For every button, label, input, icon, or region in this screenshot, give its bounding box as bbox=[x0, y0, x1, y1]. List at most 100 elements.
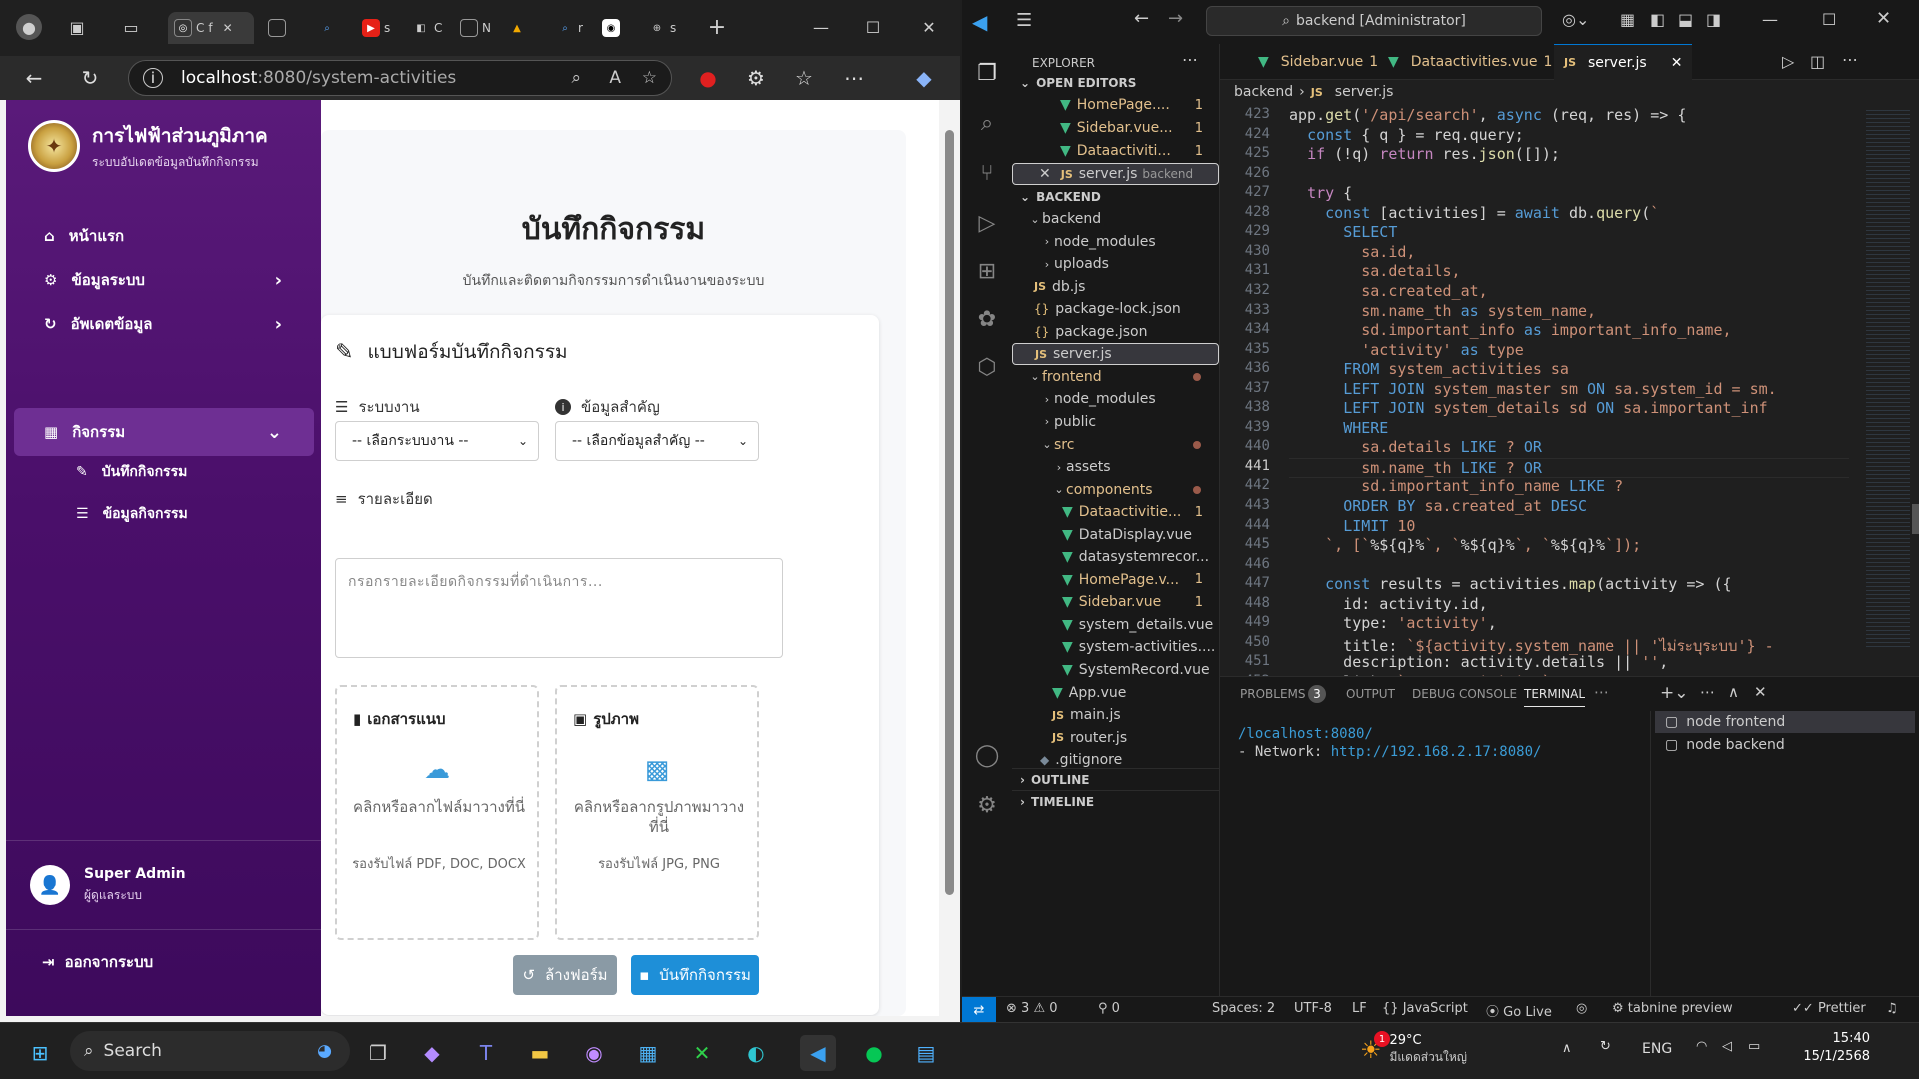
close-window-icon[interactable]: ✕ bbox=[916, 14, 942, 40]
open-editor-item[interactable]: ▼ Dataactiviti... 1 bbox=[1012, 140, 1219, 162]
menu-update-data[interactable]: ↻ อัพเดตข้อมูล › bbox=[14, 300, 314, 348]
more-actions-icon[interactable]: ⋯ bbox=[1182, 50, 1198, 69]
explorer-icon[interactable]: ❐ bbox=[972, 58, 1002, 88]
go-live-status[interactable]: ⦿ Go Live bbox=[1486, 1001, 1552, 1020]
more-actions-icon[interactable]: ⋯ bbox=[1842, 50, 1858, 69]
attachment-dropzone[interactable]: ▮ เอกสารแนบ ☁ คลิกหรือลากไฟล์มาวางที่นี่ … bbox=[335, 685, 539, 940]
tab-item[interactable]: ▲ bbox=[508, 12, 526, 44]
tab-item[interactable] bbox=[268, 12, 286, 44]
line-icon[interactable]: ● bbox=[856, 1035, 892, 1071]
important-info-select[interactable]: -- เลือกข้อมูลสำคัญ -- ⌄ bbox=[555, 421, 759, 461]
open-editor-item[interactable]: ▼ HomePage.... 1 bbox=[1012, 94, 1219, 116]
tree-file[interactable]: JS router.js bbox=[1012, 727, 1219, 749]
taskbar-search[interactable]: ⌕ Search ◕ bbox=[70, 1031, 350, 1071]
profile-icon[interactable]: ● bbox=[16, 14, 42, 40]
tree-file[interactable]: {} package.json bbox=[1012, 321, 1219, 343]
battery-icon[interactable]: ▭ bbox=[1748, 1039, 1760, 1054]
forward-icon[interactable]: → bbox=[1168, 8, 1183, 29]
language-status[interactable]: {} JavaScript bbox=[1382, 1001, 1468, 1016]
maximize-panel-icon[interactable]: ∧ bbox=[1728, 683, 1739, 701]
minimap-scrollbar[interactable] bbox=[1912, 504, 1919, 534]
layout-icon[interactable]: ▦ bbox=[1620, 10, 1635, 29]
breadcrumb-folder[interactable]: backend bbox=[1234, 84, 1293, 100]
split-editor-icon[interactable]: ◫ bbox=[1810, 52, 1825, 71]
close-window-icon[interactable]: ✕ bbox=[1876, 8, 1891, 29]
clear-form-button[interactable]: ↺ ล้างฟอร์ม bbox=[513, 955, 617, 995]
tab-sidebar-vue[interactable]: ▼ Sidebar.vue 1 bbox=[1248, 44, 1388, 80]
tree-file[interactable]: ▼ Dataactivitie... 1 bbox=[1012, 501, 1219, 523]
logout-button[interactable]: ⇥ ออกจากระบบ bbox=[42, 950, 153, 974]
search-icon[interactable]: ⌕ bbox=[972, 108, 1002, 138]
wifi-icon[interactable]: ◠ bbox=[1696, 1039, 1707, 1054]
more-actions-icon[interactable]: ⋯ bbox=[1700, 683, 1715, 701]
problems-status[interactable]: ⊗ 3 ⚠ 0 bbox=[1006, 1001, 1058, 1016]
eol-status[interactable]: LF bbox=[1352, 1001, 1367, 1016]
copilot-status-icon[interactable]: ◎ bbox=[1576, 1001, 1587, 1016]
tree-file[interactable]: JS main.js bbox=[1012, 704, 1219, 726]
tab-server-js[interactable]: JS server.js ✕ bbox=[1554, 44, 1693, 80]
tree-file[interactable]: JS db.js bbox=[1012, 276, 1219, 298]
workspaces-icon[interactable]: ▣ bbox=[64, 14, 90, 40]
tab-item[interactable]: ◧ C bbox=[412, 12, 442, 44]
tab-item[interactable]: ▶ s bbox=[362, 12, 390, 44]
tab-item[interactable]: ⌕ bbox=[318, 12, 336, 44]
save-activity-button[interactable]: ▪ บันทึกกิจกรรม bbox=[631, 955, 759, 995]
clock[interactable]: 15:40 15/1/2568 bbox=[1790, 1031, 1870, 1064]
toggle-secondary-icon[interactable]: ◨ bbox=[1706, 10, 1721, 29]
close-panel-icon[interactable]: ✕ bbox=[1754, 683, 1767, 701]
tree-folder[interactable]: ⌄ components bbox=[1012, 479, 1219, 501]
source-control-icon[interactable]: ⑂ bbox=[972, 158, 1002, 188]
volume-icon[interactable]: ◁ bbox=[1722, 1039, 1732, 1054]
minimize-icon[interactable]: — bbox=[1762, 10, 1778, 29]
open-editor-item[interactable]: ▼ Sidebar.vue... 1 bbox=[1012, 117, 1219, 139]
ports-status[interactable]: ⚲ 0 bbox=[1098, 1001, 1120, 1016]
tabnine-status[interactable]: ⚙ tabnine preview bbox=[1612, 1001, 1733, 1016]
tab-item[interactable]: ⌕ r bbox=[556, 12, 583, 44]
menu-activities[interactable]: ▦ กิจกรรม ⌄ bbox=[14, 408, 314, 456]
tree-folder[interactable]: › node_modules bbox=[1012, 388, 1219, 410]
account-icon[interactable]: ◯ bbox=[972, 740, 1002, 770]
back-icon[interactable]: ← bbox=[1134, 8, 1149, 29]
tree-file[interactable]: ▼ App.vue bbox=[1012, 682, 1219, 704]
weather-widget[interactable]: ☀ 1 29°C มีแดดส่วนใหญ่ bbox=[1360, 1031, 1467, 1067]
read-aloud-icon[interactable]: A bbox=[609, 68, 621, 88]
system-select[interactable]: -- เลือกระบบงาน -- ⌄ bbox=[335, 421, 539, 461]
app-icon[interactable]: ◉ bbox=[576, 1035, 612, 1071]
windows-start-icon[interactable]: ⊞ bbox=[22, 1035, 58, 1071]
tree-folder[interactable]: ⌄ src bbox=[1012, 434, 1219, 456]
open-editor-item-active[interactable]: ✕ JS server.js backend bbox=[1012, 163, 1219, 185]
language-indicator[interactable]: ENG bbox=[1642, 1041, 1672, 1057]
address-bar[interactable]: i localhost:8080/system-activities ⌕ A ☆ bbox=[128, 60, 672, 96]
new-tab-icon[interactable]: + bbox=[704, 14, 730, 40]
site-info-icon[interactable]: i bbox=[143, 68, 163, 88]
code-editor[interactable]: 423 app.get('/api/search', async (req, re… bbox=[1220, 104, 1860, 676]
prettier-status[interactable]: ✓✓ Prettier bbox=[1792, 1001, 1866, 1016]
xbox-icon[interactable]: ✕ bbox=[684, 1035, 720, 1071]
tab-item[interactable]: N bbox=[460, 12, 491, 44]
menu-icon[interactable]: ☰ bbox=[1016, 10, 1032, 31]
image-dropzone[interactable]: ▣ รูปภาพ ▩ คลิกหรือลากรูปภาพมาวางที่นี่ ร… bbox=[555, 685, 759, 940]
tree-folder[interactable]: ⌄ frontend bbox=[1012, 366, 1219, 388]
task-view-icon[interactable]: ❐ bbox=[360, 1035, 396, 1071]
file-explorer-icon[interactable]: ▬ bbox=[522, 1035, 558, 1071]
back-icon[interactable]: ← bbox=[20, 64, 48, 92]
breadcrumb-file[interactable]: server.js bbox=[1335, 84, 1394, 100]
new-terminal-icon[interactable]: +⌄ bbox=[1660, 683, 1689, 703]
encoding-status[interactable]: UTF-8 bbox=[1294, 1001, 1332, 1016]
menu-system-data[interactable]: ⚙ ข้อมูลระบบ › bbox=[14, 256, 314, 304]
tree-file[interactable]: {} package-lock.json bbox=[1012, 298, 1219, 320]
close-tab-icon[interactable]: ✕ bbox=[223, 21, 233, 35]
tree-file[interactable]: ▼ Sidebar.vue 1 bbox=[1012, 591, 1219, 613]
notepad-icon[interactable]: ▤ bbox=[908, 1035, 944, 1071]
outline-section[interactable]: › OUTLINE bbox=[1012, 768, 1219, 790]
terminal-output[interactable]: /localhost:8080/ - Network: http://192.1… bbox=[1238, 725, 1541, 761]
open-editors-section[interactable]: ⌄ OPEN EDITORS bbox=[1012, 72, 1136, 94]
tree-file[interactable]: ▼ system_details.vue bbox=[1012, 614, 1219, 636]
edge-icon[interactable]: ◐ bbox=[738, 1035, 774, 1071]
sync-icon[interactable]: ↻ bbox=[1600, 1039, 1611, 1054]
tree-file[interactable]: JS server.js bbox=[1012, 343, 1219, 366]
submenu-record-activity[interactable]: ✎ บันทึกกิจกรรม bbox=[76, 452, 187, 492]
tab-terminal[interactable]: TERMINAL bbox=[1524, 687, 1586, 707]
toggle-panel-icon[interactable]: ⬓ bbox=[1678, 10, 1693, 29]
terminal-item[interactable]: ▢ node frontend bbox=[1655, 711, 1915, 733]
